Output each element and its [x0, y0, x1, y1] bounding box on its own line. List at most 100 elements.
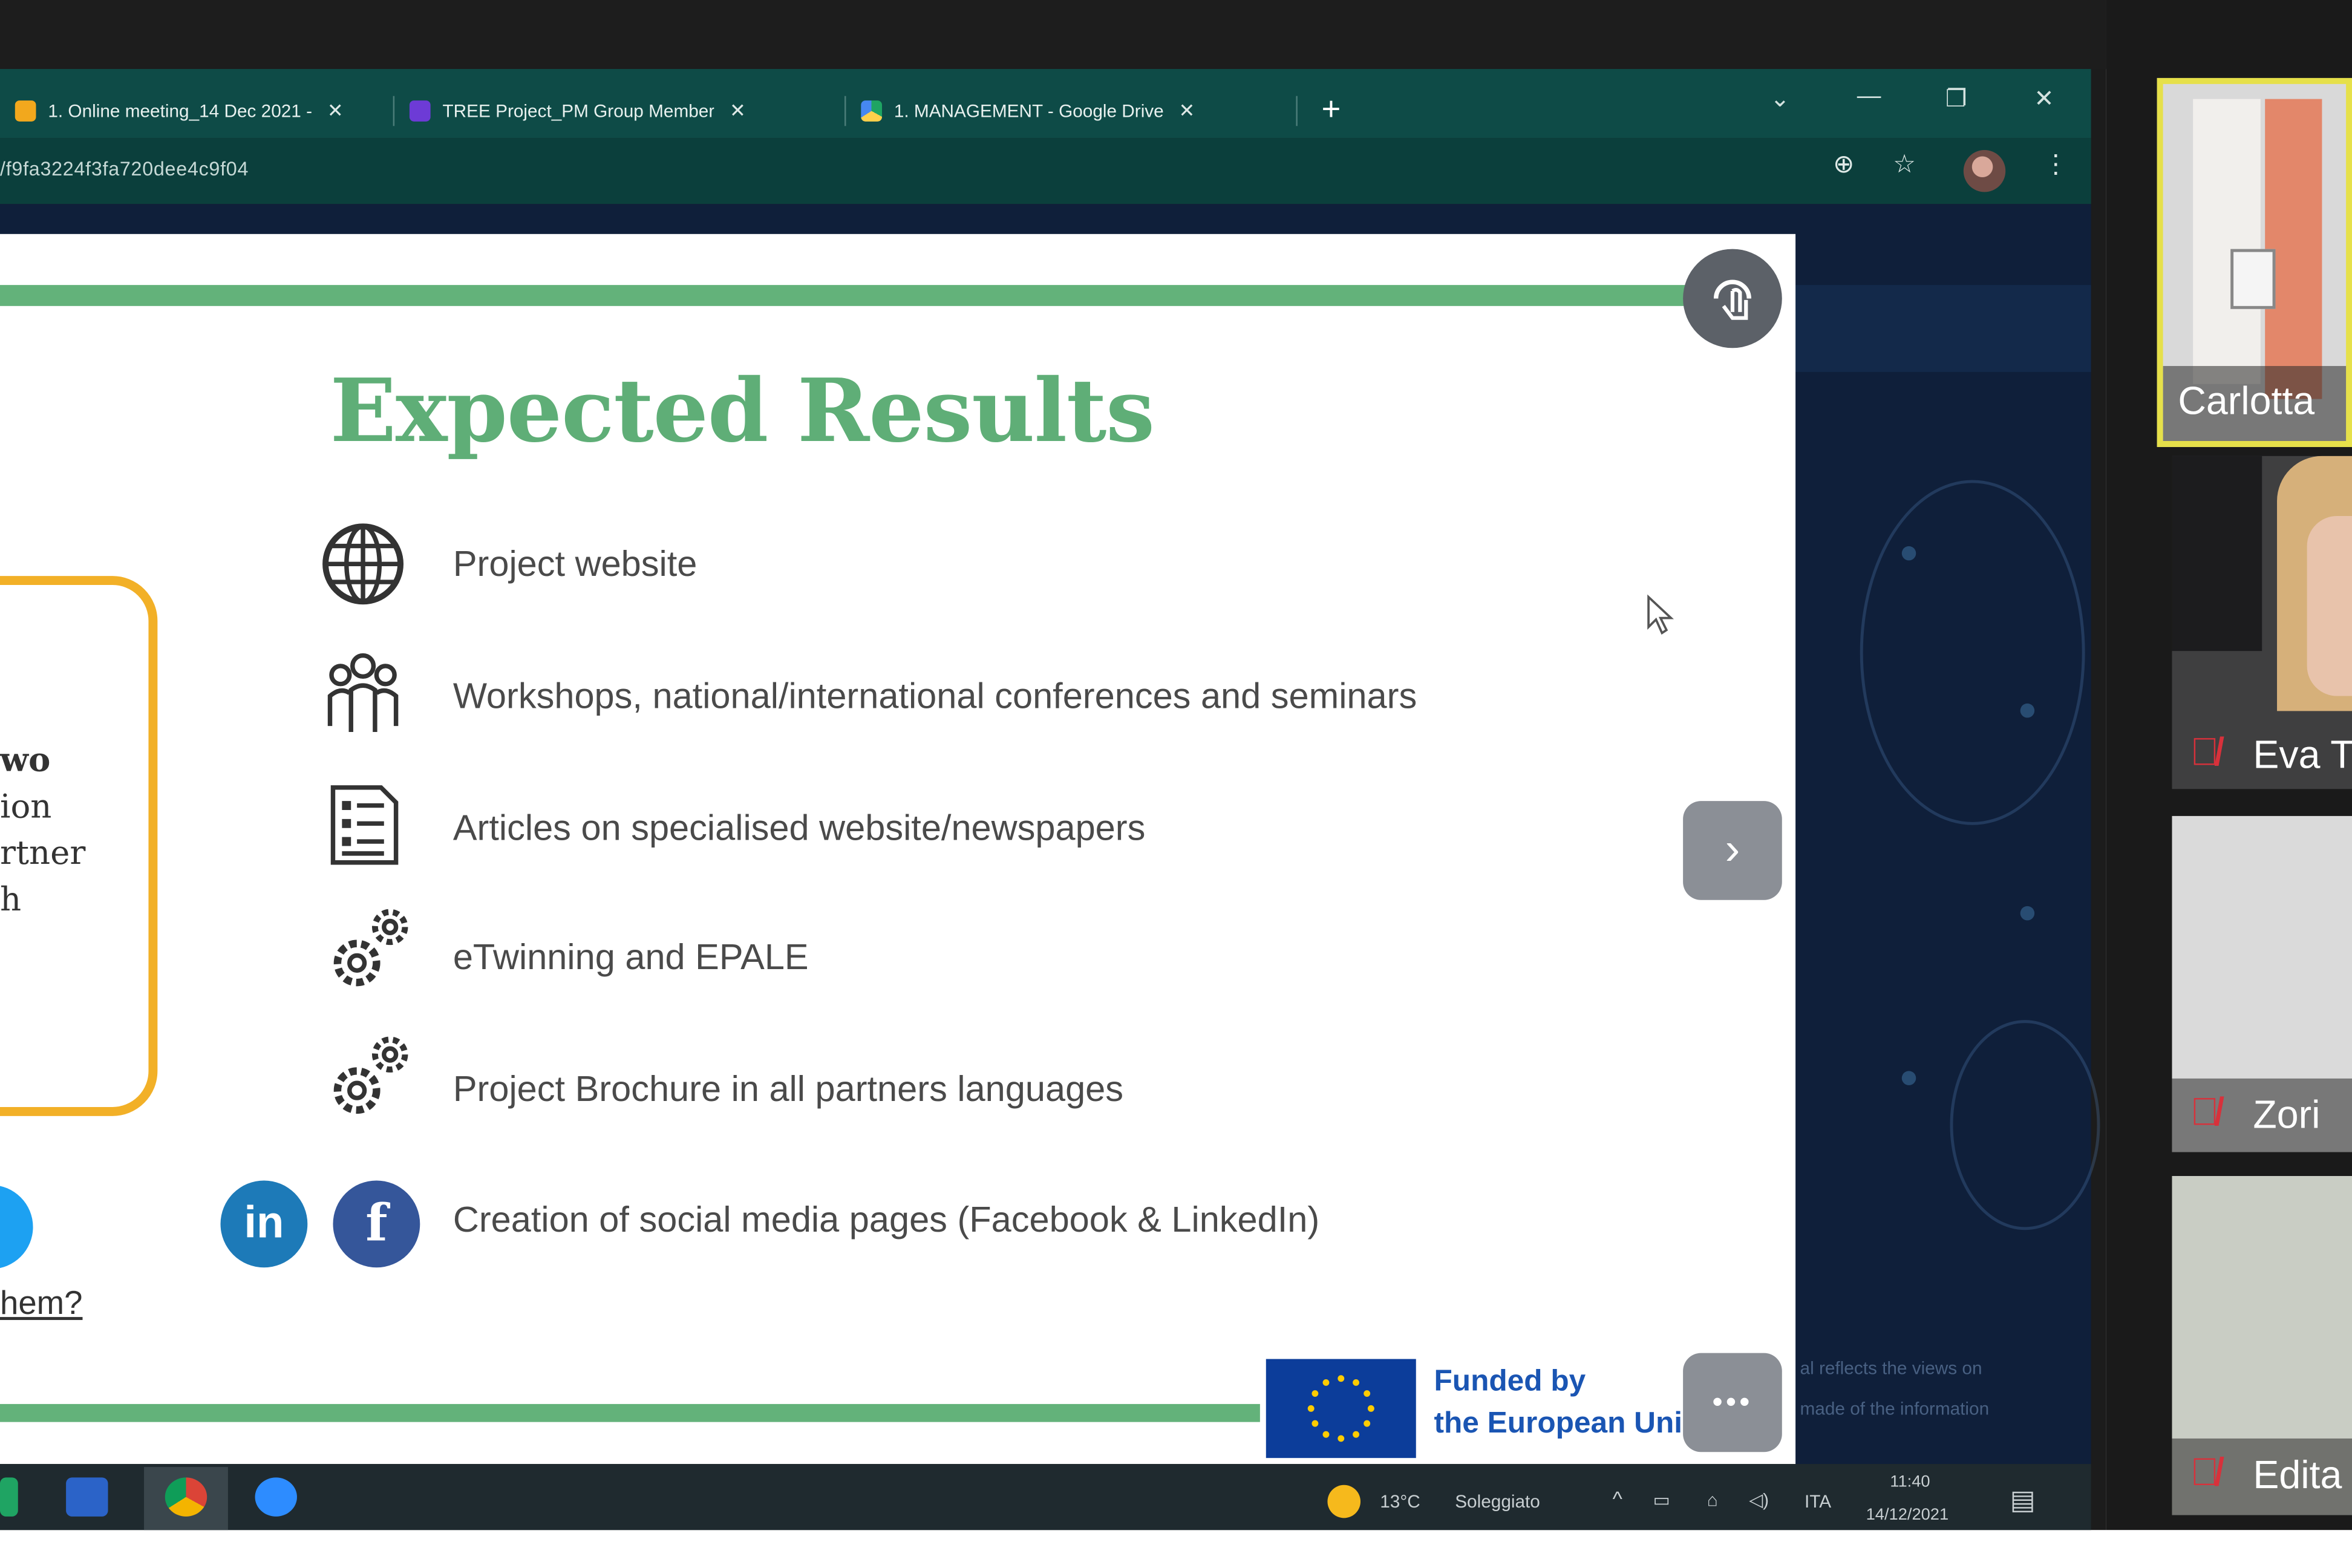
more-options-button[interactable]: •••: [1683, 1353, 1782, 1452]
close-tab-icon[interactable]: ✕: [327, 99, 344, 123]
document-list-icon: [330, 785, 399, 865]
twitter-icon[interactable]: [0, 1184, 33, 1269]
video-person-face: [2307, 515, 2352, 696]
tab-title: 1. MANAGEMENT - Google Drive: [893, 100, 1164, 122]
close-tab-icon[interactable]: ✕: [1179, 99, 1195, 123]
next-slide-button[interactable]: ›: [1683, 801, 1782, 900]
tab-title: 1. Online meeting_14 Dec 2021 -: [48, 100, 313, 122]
muted-mic-icon: 🎙̸: [2190, 729, 2220, 774]
slide-top-bar: [0, 285, 1710, 306]
linkedin-icon[interactable]: in: [220, 1180, 308, 1268]
participant-tile-zori[interactable]: 🎙̸ Zori: [2172, 815, 2352, 1152]
weather-temperature: 13°C: [1380, 1491, 1420, 1512]
result-item-text: Workshops, national/international confer…: [452, 676, 1417, 717]
weather-description: Soleggiato: [1455, 1491, 1540, 1512]
tray-volume-icon[interactable]: ◁): [1749, 1489, 1769, 1511]
participant-name: Edita: [2253, 1452, 2342, 1497]
decorative-circle: [1860, 480, 2085, 825]
browser-tab-3[interactable]: 1. MANAGEMENT - Google Drive ✕: [846, 85, 1296, 136]
pointer-tool-button[interactable]: [1683, 249, 1782, 348]
webpage-header-strip: [1795, 285, 2091, 372]
video-background-monitor: [2172, 456, 2262, 652]
result-item-text: eTwinning and EPALE: [452, 937, 809, 978]
share-icon[interactable]: ⊕: [1833, 150, 1854, 180]
participant-tile-eva[interactable]: 🎙̸ Eva T: [2172, 456, 2352, 789]
zoom-top-bar: [0, 0, 2106, 70]
address-bar: [0, 138, 2091, 204]
participant-name: Carlotta: [2178, 377, 2315, 423]
frame-text: rtner: [0, 835, 86, 874]
result-item-text: Articles on specialised website/newspape…: [452, 808, 1146, 849]
tray-chevron-icon[interactable]: ^: [1613, 1486, 1622, 1511]
word-app-icon[interactable]: [66, 1477, 108, 1517]
tab-divider: [1296, 96, 1298, 126]
tab-title: TREE Project_PM Group Member: [442, 100, 715, 122]
webpage-footer-text: al reflects the views on: [1800, 1357, 1982, 1379]
muted-mic-icon: 🎙̸: [2190, 1449, 2220, 1494]
video-background-wall: [2193, 99, 2261, 384]
slide-link[interactable]: hem?: [0, 1284, 82, 1323]
participant-tile-carlotta[interactable]: Carlotta: [2157, 77, 2352, 447]
close-tab-icon[interactable]: ✕: [730, 99, 746, 123]
excel-app-icon[interactable]: [0, 1477, 18, 1517]
close-window-icon[interactable]: ✕: [2034, 84, 2054, 114]
video-background-frame: [2230, 249, 2276, 309]
notifications-icon[interactable]: ▤: [2010, 1485, 2036, 1517]
eu-funding-text: Funded by: [1434, 1365, 1586, 1398]
tab-favicon-icon: [15, 100, 36, 122]
frame-text: h: [0, 882, 22, 920]
restore-icon[interactable]: ❐: [1945, 84, 1967, 114]
linkedin-label: in: [244, 1198, 284, 1249]
slide-bottom-bar: [0, 1403, 1260, 1422]
mouse-cursor-icon: [1647, 594, 1674, 635]
person-icon: ●: [2017, 892, 2038, 930]
gears-icon: [333, 1036, 408, 1114]
people-group-icon: [327, 653, 399, 733]
frame-text: wo: [0, 740, 51, 780]
profile-avatar[interactable]: [1963, 149, 2006, 192]
clock-time[interactable]: 11:40: [1890, 1473, 1930, 1491]
hand-pointer-icon: [1713, 279, 1751, 320]
tray-network-icon[interactable]: ⌂: [1707, 1489, 1718, 1511]
person-icon: ●: [1899, 1057, 1919, 1096]
decorative-circle: [1950, 1020, 2100, 1230]
menu-kebab-icon[interactable]: ⋮: [2043, 150, 2068, 180]
url-field[interactable]: /f9fa3224f3fa720dee4c9f04: [0, 157, 249, 180]
eu-stars-icon: [1307, 1375, 1374, 1442]
slide-title: Expected Results: [330, 360, 1155, 462]
screen: 1. Online meeting_14 Dec 2021 - ✕ TREE P…: [0, 0, 2352, 1556]
participant-tile-edita[interactable]: 🎙̸ Edita: [2172, 1176, 2352, 1515]
presentation-slide: Expected Results Project website Worksho…: [0, 234, 1796, 1465]
input-language[interactable]: ITA: [1805, 1491, 1831, 1512]
weather-sun-icon: [1327, 1485, 1361, 1518]
gears-icon: [333, 909, 408, 987]
browser-tab-2[interactable]: TREE Project_PM Group Member ✕: [394, 85, 844, 136]
person-icon: ●: [2017, 690, 2038, 728]
participant-name: Eva T: [2253, 732, 2352, 777]
minimize-icon[interactable]: —: [1857, 84, 1881, 111]
muted-mic-icon: 🎙̸: [2190, 1089, 2220, 1134]
browser-tab-1[interactable]: 1. Online meeting_14 Dec 2021 - ✕: [0, 85, 393, 136]
tray-battery-icon[interactable]: ▭: [1653, 1489, 1670, 1511]
globe-icon: [322, 523, 404, 605]
facebook-label: f: [365, 1194, 388, 1254]
person-icon: ●: [1899, 532, 1919, 570]
participant-name: Zori: [2253, 1092, 2321, 1137]
result-item-text: Project Brochure in all partners languag…: [452, 1069, 1124, 1110]
google-drive-icon: [861, 100, 883, 122]
result-item-text: Creation of social media pages (Facebook…: [452, 1200, 1320, 1241]
zoom-app-icon[interactable]: [255, 1477, 297, 1517]
frame-text: ion: [0, 789, 52, 827]
clock-date[interactable]: 14/12/2021: [1866, 1506, 1949, 1524]
tab-search-icon[interactable]: ⌄: [1770, 84, 1790, 114]
webpage-footer-text: made of the information: [1800, 1397, 1990, 1419]
windows-taskbar: [0, 1464, 2091, 1530]
eu-flag-logo: [1266, 1359, 1416, 1459]
bookmark-star-icon[interactable]: ☆: [1893, 150, 1916, 180]
result-item-text: Project website: [452, 544, 697, 586]
eu-funding-text: the European Union: [1434, 1406, 1719, 1440]
new-tab-button[interactable]: +: [1322, 90, 1341, 129]
chrome-app-icon[interactable]: [165, 1477, 207, 1517]
tab-favicon-icon: [409, 100, 431, 122]
facebook-icon[interactable]: f: [333, 1180, 420, 1268]
